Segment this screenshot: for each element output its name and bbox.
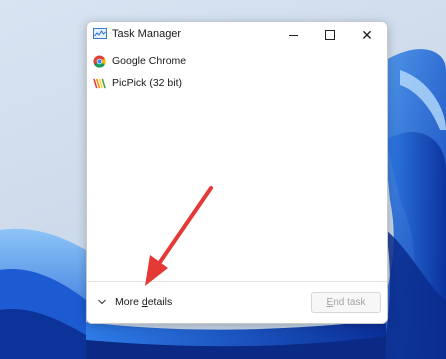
title-bar[interactable]: Task Manager ✕ (87, 22, 387, 48)
chevron-down-icon (98, 299, 106, 305)
more-details-toggle[interactable]: More details (97, 294, 172, 310)
close-icon: ✕ (361, 27, 373, 43)
maximize-button[interactable] (312, 22, 348, 48)
task-label: Google Chrome (112, 55, 187, 67)
maximize-icon (325, 30, 335, 40)
more-details-label: More details (115, 296, 173, 308)
task-item-picpick[interactable]: PicPick (32 bit) (87, 72, 387, 94)
chrome-icon (93, 54, 106, 68)
minimize-icon (288, 34, 298, 36)
window-title: Task Manager (112, 28, 182, 40)
close-button[interactable]: ✕ (349, 22, 385, 48)
footer-bar: More details End task (87, 281, 387, 323)
task-list: Google Chrome PicPick (32 bit) (87, 50, 387, 94)
task-label: PicPick (32 bit) (112, 77, 183, 89)
desktop-wallpaper: Task Manager ✕ Google Chrome PicPick (32… (0, 0, 446, 359)
task-item-google-chrome[interactable]: Google Chrome (87, 50, 387, 72)
picpick-icon (93, 78, 106, 88)
task-manager-icon (93, 28, 107, 39)
task-manager-window: Task Manager ✕ Google Chrome PicPick (32… (86, 21, 388, 324)
end-task-button[interactable]: End task (311, 292, 381, 313)
minimize-button[interactable] (275, 22, 311, 48)
